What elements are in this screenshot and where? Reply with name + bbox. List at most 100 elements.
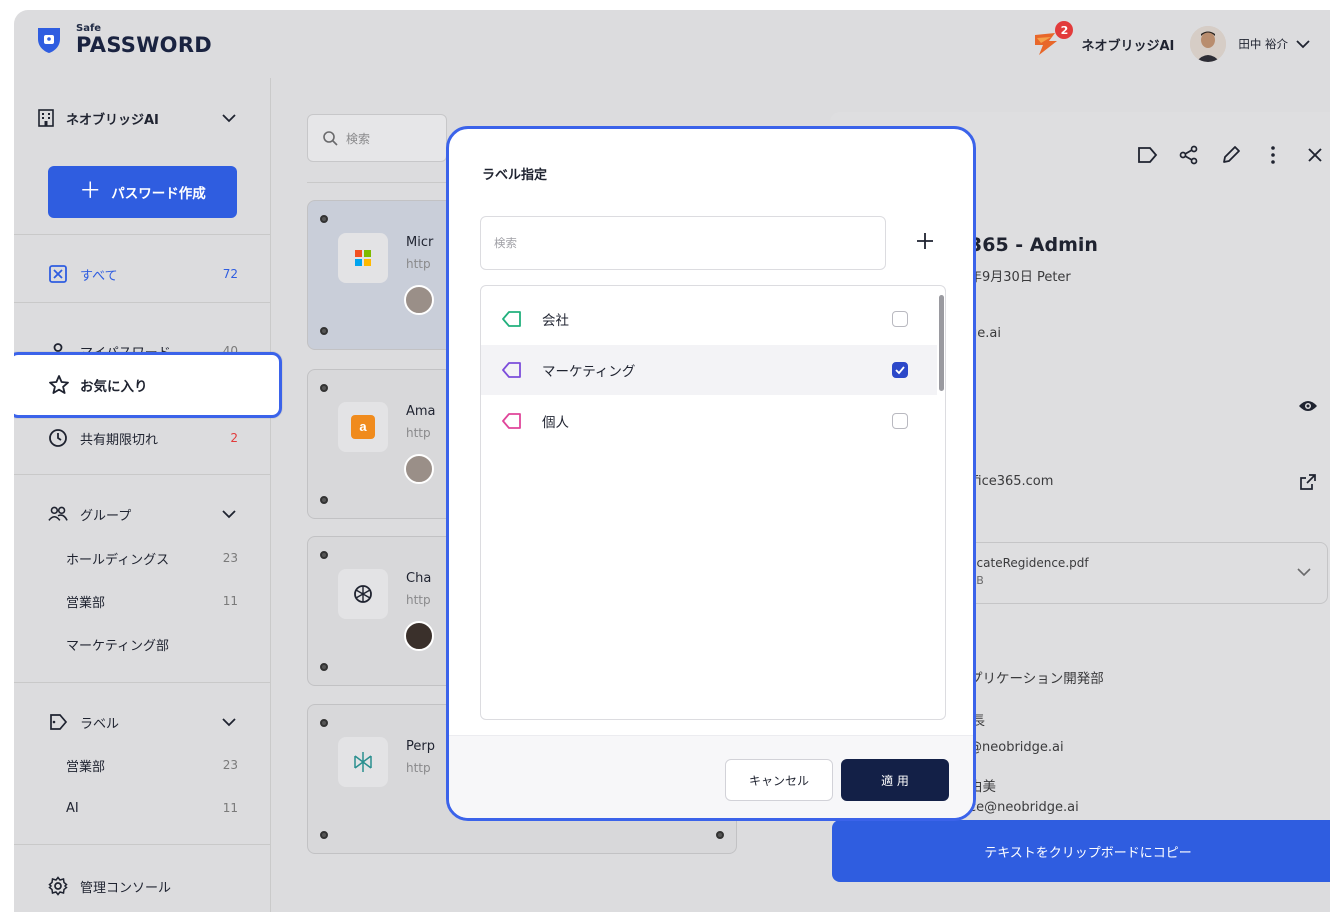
sidebar-item-label: 共有期限切れ: [80, 432, 159, 448]
sidebar-item-favorites[interactable]: お気に入り: [48, 374, 148, 396]
status-dot: [320, 327, 328, 335]
users-icon: [48, 504, 68, 524]
org-logo[interactable]: 2: [1031, 21, 1074, 59]
card-url: http: [406, 426, 431, 440]
label-assign-modal: ラベル指定 検索 会社 マーケティング 個人 キャンセル 適 用: [446, 126, 976, 821]
user-avatar[interactable]: [1190, 26, 1227, 62]
plus-icon: [917, 233, 933, 249]
detail-email2: ce@neobridge.ai: [969, 800, 1079, 815]
apply-button[interactable]: 適 用: [841, 759, 949, 801]
checkmark-icon: [895, 366, 905, 375]
eye-icon[interactable]: [1298, 396, 1318, 416]
create-password-button[interactable]: ＋ パスワード作成: [48, 166, 237, 218]
label-row-company[interactable]: 会社: [481, 294, 937, 344]
tag-icon[interactable]: [1136, 144, 1158, 166]
scrollbar-thumb[interactable]: [939, 295, 944, 391]
logo[interactable]: Safe PASSWORD: [36, 24, 212, 56]
header-right: 2 ネオブリッジAI 田中 裕介: [1031, 20, 1312, 68]
sidebar-item-groups[interactable]: グループ: [48, 500, 238, 528]
tag-icon: [48, 712, 68, 732]
card-url: http: [406, 593, 431, 607]
building-icon: [38, 109, 54, 127]
chevron-down-icon: [222, 718, 236, 727]
chevron-down-icon[interactable]: [1294, 562, 1314, 582]
sidebar-label-item[interactable]: 営業部 23: [66, 752, 238, 778]
sidebar-group-item[interactable]: ホールディングス 23: [66, 545, 238, 571]
status-dot: [320, 663, 328, 671]
label-row-marketing[interactable]: マーケティング: [481, 345, 937, 395]
plus-icon: ＋: [79, 179, 102, 204]
sidebar-item-label: すべて: [80, 268, 118, 284]
label-search-input[interactable]: 検索: [480, 216, 886, 270]
share-icon[interactable]: [1178, 144, 1200, 166]
label-name: マーケティング: [542, 364, 636, 380]
edit-icon[interactable]: [1220, 144, 1242, 166]
shield-logo-icon: [38, 28, 60, 53]
external-link-icon[interactable]: [1298, 472, 1318, 492]
header-org-name[interactable]: ネオブリッジAI: [1081, 35, 1174, 54]
sidebar-item-expired[interactable]: 共有期限切れ 2: [48, 424, 238, 452]
tag-icon: [502, 362, 521, 378]
user-name[interactable]: 田中 裕介: [1238, 36, 1288, 52]
gear-icon: [48, 876, 68, 896]
org-switcher[interactable]: ネオブリッジAI: [36, 108, 238, 128]
modal-title: ラベル指定: [482, 168, 548, 183]
detail-email1: @neobridge.ai: [969, 740, 1064, 755]
more-icon[interactable]: [1262, 144, 1284, 166]
avatar-photo-icon: [1190, 26, 1227, 62]
notification-badge: 2: [1055, 21, 1074, 39]
chevron-down-icon: [222, 114, 236, 123]
cancel-button[interactable]: キャンセル: [725, 759, 833, 801]
list-search-input[interactable]: 検索: [307, 114, 447, 162]
label-checkbox[interactable]: [892, 413, 908, 429]
label-count: 11: [222, 801, 238, 815]
status-dot: [716, 831, 724, 839]
add-label-button[interactable]: [909, 225, 941, 257]
detail-toolbar: [1116, 144, 1326, 166]
amazon-logo-icon: a: [338, 402, 388, 452]
label-checkbox-checked[interactable]: [892, 362, 908, 378]
logo-big-text: PASSWORD: [76, 33, 213, 57]
detail-date: 年9月30日 Peter: [969, 270, 1071, 285]
avatar: [404, 454, 434, 484]
search-icon: [323, 131, 338, 146]
svg-text:a: a: [359, 419, 367, 434]
detail-url[interactable]: ffice365.com: [969, 474, 1053, 489]
sidebar-item-labels[interactable]: ラベル: [48, 708, 238, 736]
sidebar-item-label: グループ: [80, 508, 132, 524]
close-icon[interactable]: [1304, 144, 1326, 166]
sidebar-group-item[interactable]: マーケティング部: [66, 631, 238, 657]
card-name: Perp: [406, 739, 435, 754]
divider: [14, 682, 270, 683]
sidebar-label-item[interactable]: AI 11: [66, 795, 238, 821]
card-name: Cha: [406, 571, 432, 586]
star-icon: [49, 375, 69, 394]
card-name: Ama: [406, 404, 436, 419]
avatar: [404, 621, 434, 651]
chevron-down-icon[interactable]: [1294, 35, 1312, 53]
sidebar-item-count: 2: [230, 431, 238, 445]
sidebar-item-admin-console[interactable]: 管理コンソール: [48, 872, 238, 900]
sidebar-item-all[interactable]: すべて 72: [48, 260, 238, 288]
label-count: 23: [222, 758, 238, 772]
card-name: Micr: [406, 235, 434, 250]
divider: [307, 182, 447, 183]
search-placeholder: 検索: [494, 236, 517, 250]
header: Safe PASSWORD 2 ネオブリッジAI 田中 裕介: [14, 10, 1330, 78]
label-name: AI: [66, 800, 79, 816]
group-count: 23: [222, 551, 238, 565]
perplexity-logo-icon: [338, 737, 388, 787]
label-list: 会社 マーケティング 個人: [480, 285, 946, 720]
divider: [14, 474, 270, 475]
sidebar-item-label: 管理コンソール: [80, 880, 172, 896]
group-count: 11: [222, 594, 238, 608]
label-row-personal[interactable]: 個人: [481, 396, 937, 446]
attachment-box[interactable]: [946, 542, 1328, 604]
sidebar: ネオブリッジAI ＋ パスワード作成 すべて 72 マイパスワード 40: [14, 78, 271, 912]
copy-to-clipboard-button[interactable]: テキストをクリップボードにコピー: [832, 820, 1330, 882]
status-dot: [320, 719, 328, 727]
label-checkbox[interactable]: [892, 311, 908, 327]
label-name: 営業部: [66, 759, 106, 775]
sidebar-group-item[interactable]: 営業部 11: [66, 588, 238, 614]
card-url: http: [406, 761, 431, 775]
